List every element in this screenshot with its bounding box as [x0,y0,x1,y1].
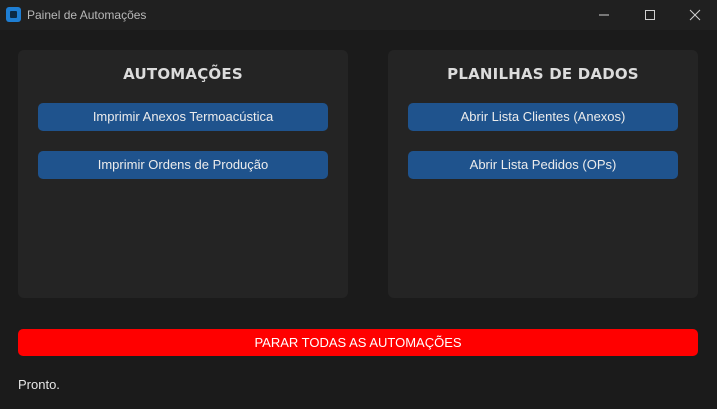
close-button[interactable] [672,0,717,30]
window-title: Painel de Automações [27,8,147,22]
open-clients-list-button[interactable]: Abrir Lista Clientes (Anexos) [408,103,678,131]
minimize-icon [599,14,609,16]
app-icon [6,7,21,22]
print-termoacustica-annexes-button[interactable]: Imprimir Anexos Termoacústica [38,103,328,131]
maximize-icon [645,10,655,20]
maximize-button[interactable] [627,0,673,30]
stop-all-automations-button[interactable]: PARAR TODAS AS AUTOMAÇÕES [18,329,698,356]
automations-title: AUTOMAÇÕES [123,65,243,83]
spreadsheets-panel: PLANILHAS DE DADOS Abrir Lista Clientes … [388,50,698,298]
minimize-button[interactable] [581,0,627,30]
print-production-orders-button[interactable]: Imprimir Ordens de Produção [38,151,328,179]
spreadsheets-title: PLANILHAS DE DADOS [447,65,639,83]
automations-panel: AUTOMAÇÕES Imprimir Anexos Termoacústica… [18,50,348,298]
status-label: Pronto. [18,377,60,392]
open-orders-list-button[interactable]: Abrir Lista Pedidos (OPs) [408,151,678,179]
title-bar[interactable]: Painel de Automações [0,0,717,30]
app-window: Painel de Automações AUTOMAÇÕES Imprimir… [0,0,717,409]
close-icon [689,9,701,21]
